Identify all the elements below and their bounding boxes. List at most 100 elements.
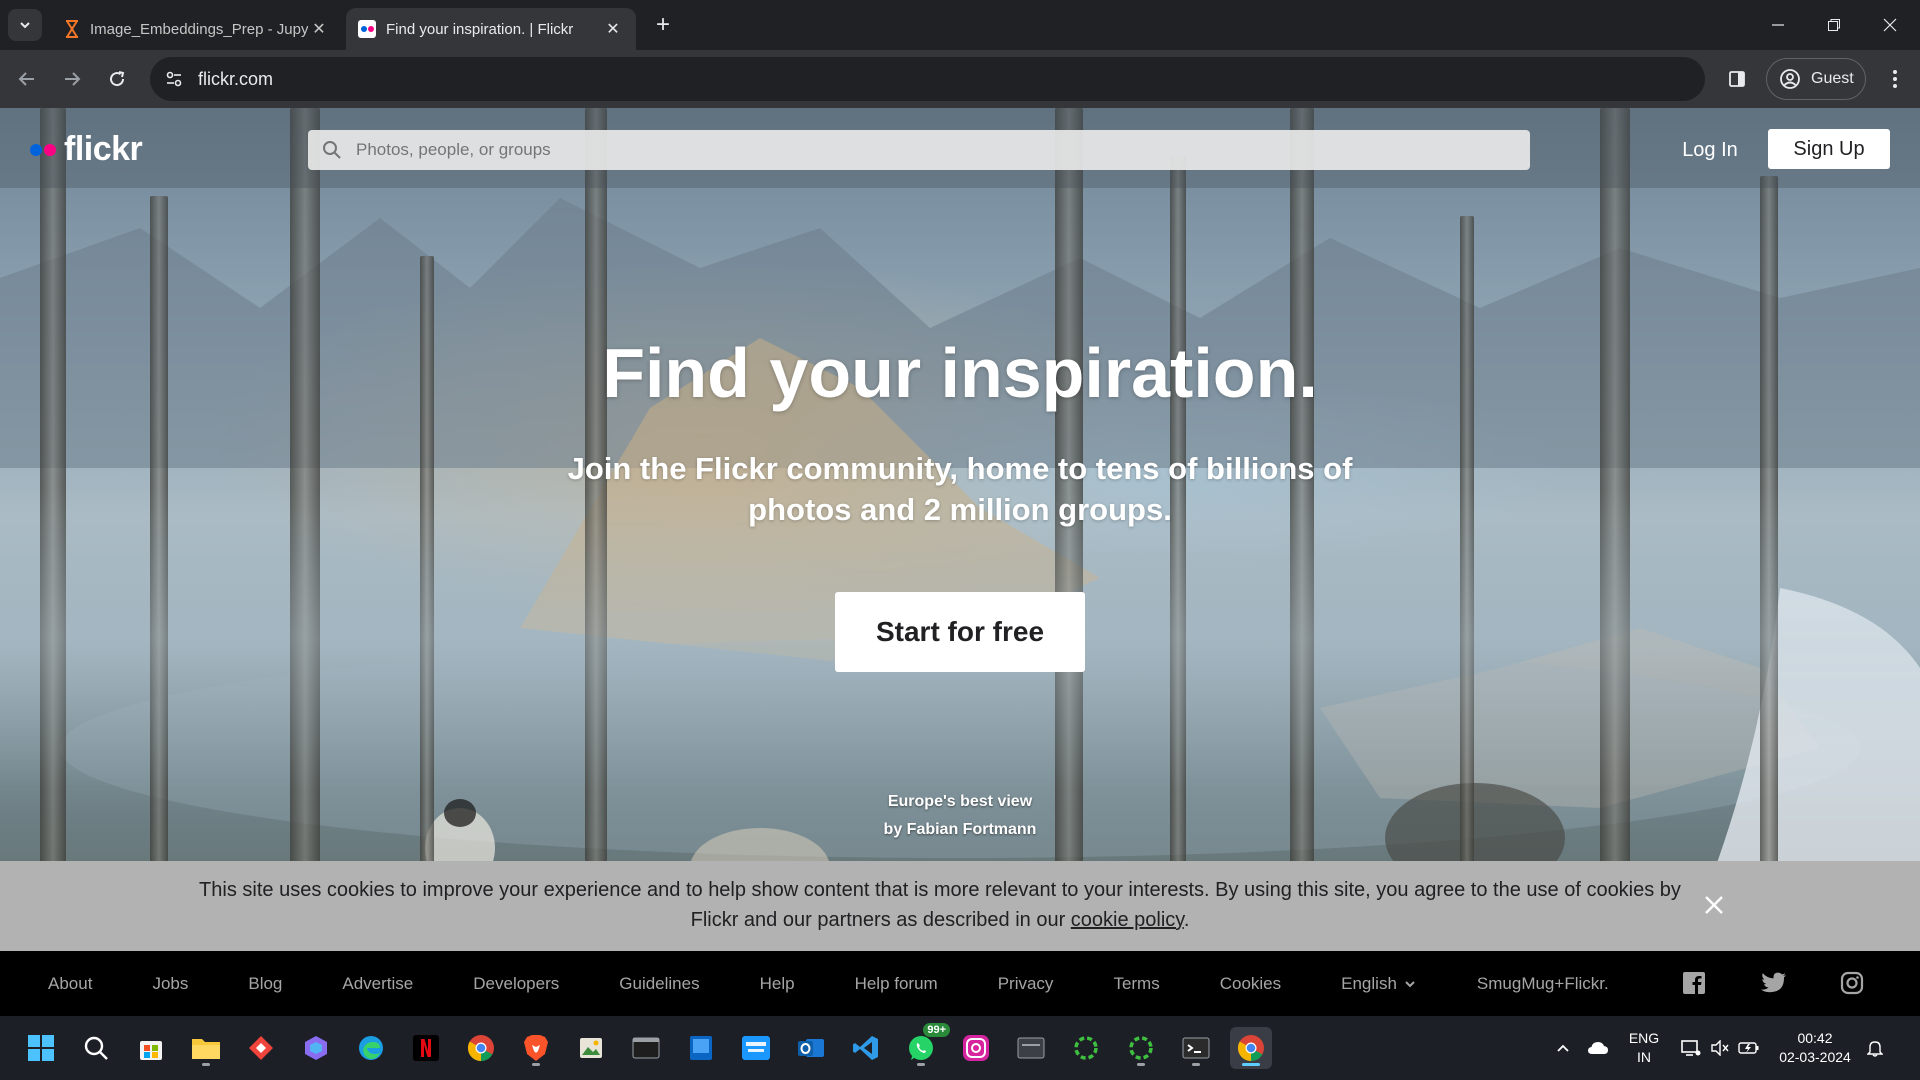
facebook-icon[interactable] [1680, 969, 1708, 997]
copilot-app[interactable] [295, 1027, 337, 1069]
footer-link-cookies[interactable]: Cookies [1220, 974, 1281, 994]
footer-link-advertise[interactable]: Advertise [342, 974, 413, 994]
windows-terminal-app[interactable] [1175, 1027, 1217, 1069]
loader-app-1[interactable] [1065, 1027, 1107, 1069]
battery-icon[interactable] [1734, 1041, 1764, 1055]
image-editor-icon [580, 1038, 602, 1058]
clock-time: 00:42 [1797, 1030, 1833, 1046]
new-tab-button[interactable]: + [650, 11, 676, 38]
chevron-up-icon[interactable] [1548, 1041, 1578, 1055]
side-panel-button[interactable] [1722, 64, 1752, 94]
footer-link-smugmug[interactable]: SmugMug+Flickr. [1477, 974, 1609, 994]
volume-muted-icon[interactable] [1706, 1040, 1734, 1056]
minimize-button[interactable] [1750, 0, 1806, 50]
minimize-icon [1772, 24, 1784, 26]
footer-link-jobs[interactable]: Jobs [152, 974, 188, 994]
footer-link-privacy[interactable]: Privacy [998, 974, 1054, 994]
tab-jupyter[interactable]: Image_Embeddings_Prep - Jupyter ✕ [52, 8, 342, 50]
photos-app[interactable] [570, 1027, 612, 1069]
edge-app[interactable] [350, 1027, 392, 1069]
signup-button[interactable]: Sign Up [1768, 129, 1890, 169]
reload-button[interactable] [102, 64, 132, 94]
notification-bell-icon[interactable] [1860, 1039, 1890, 1057]
forward-button[interactable] [57, 64, 87, 94]
flickr-logo[interactable]: flickr [30, 130, 143, 169]
browser-tabstrip: Image_Embeddings_Prep - Jupyter ✕ Find y… [0, 0, 1920, 50]
search-icon [84, 1036, 108, 1060]
restore-button[interactable] [1806, 0, 1862, 50]
browser-menu-button[interactable] [1880, 64, 1910, 94]
language-indicator[interactable]: ENG IN [1618, 1029, 1670, 1067]
hourglass-icon [66, 20, 78, 38]
cookie-policy-link[interactable]: cookie policy [1071, 909, 1184, 931]
tablet-app-icon [690, 1036, 712, 1060]
brave-app[interactable] [515, 1027, 557, 1069]
browser-toolbar: flickr.com Guest [0, 50, 1920, 108]
windows-app[interactable] [680, 1027, 722, 1069]
search-input[interactable] [344, 130, 1530, 170]
tab-flickr[interactable]: Find your inspiration. | Flickr ✕ [346, 8, 636, 50]
address-bar[interactable]: flickr.com [150, 57, 1705, 101]
netflix-app[interactable] [405, 1027, 447, 1069]
logo-blue-dot [30, 143, 42, 156]
start-button[interactable] [20, 1027, 62, 1069]
footer-link-about[interactable]: About [48, 974, 92, 994]
file-explorer-app[interactable] [185, 1027, 227, 1069]
chrome-app[interactable] [460, 1027, 502, 1069]
photo-author[interactable]: by Fabian Fortmann [0, 816, 1920, 844]
windows-taskbar: 99+ ENG IN 00:42 02-03-2024 [0, 1016, 1920, 1080]
running-indicator [532, 1063, 540, 1066]
whatsapp-app[interactable]: 99+ [900, 1023, 950, 1069]
terminal-app[interactable] [625, 1027, 667, 1069]
reload-icon [110, 71, 125, 87]
footer-link-help-forum[interactable]: Help forum [855, 974, 938, 994]
tab-close-button[interactable]: ✕ [602, 18, 624, 40]
virtual-machine-app[interactable] [1010, 1027, 1052, 1069]
window-icon [1017, 1037, 1045, 1059]
clock[interactable]: 00:42 02-03-2024 [1770, 1029, 1860, 1067]
site-search-bar[interactable] [308, 130, 1530, 170]
footer-link-blog[interactable]: Blog [248, 974, 282, 994]
language-selector[interactable]: English [1341, 974, 1417, 994]
tab-close-button[interactable]: ✕ [308, 18, 330, 40]
chrome-icon [1237, 1035, 1264, 1062]
profile-button[interactable]: Guest [1766, 58, 1866, 100]
login-link[interactable]: Log In [1668, 132, 1752, 168]
region-code: IN [1637, 1049, 1651, 1065]
prime-video-app[interactable] [735, 1027, 777, 1069]
close-window-button[interactable] [1862, 0, 1918, 50]
loader-app-2[interactable] [1120, 1027, 1162, 1069]
chrome-active-app[interactable] [1230, 1027, 1272, 1069]
instagram-icon[interactable] [1838, 969, 1866, 997]
outlook-app[interactable] [790, 1027, 832, 1069]
onedrive-icon[interactable] [1578, 1041, 1618, 1055]
photo-title[interactable]: Europe's best view [0, 788, 1920, 816]
site-header: flickr Log In Sign Up [0, 108, 1920, 188]
microsoft-store-app[interactable] [130, 1027, 172, 1069]
notification-badge: 99+ [923, 1023, 950, 1037]
network-icon[interactable] [1676, 1039, 1706, 1057]
arrow-right-icon [65, 72, 81, 86]
account-circle-icon [1780, 69, 1800, 89]
url-text: flickr.com [198, 68, 274, 89]
instagram-app[interactable] [955, 1027, 997, 1069]
instagram-icon [963, 1035, 989, 1061]
cookie-close-button[interactable] [1697, 888, 1731, 922]
footer-link-developers[interactable]: Developers [473, 974, 559, 994]
cookie-text: This site uses cookies to improve your e… [199, 879, 1681, 931]
tab-search-button[interactable] [8, 9, 42, 41]
taskbar-search-button[interactable] [75, 1027, 117, 1069]
back-button[interactable] [12, 64, 42, 94]
vscode-app[interactable] [845, 1027, 887, 1069]
footer-link-terms[interactable]: Terms [1113, 974, 1159, 994]
logo-pink-dot [44, 143, 56, 156]
edge-icon [359, 1036, 383, 1060]
start-for-free-button[interactable]: Start for free [835, 592, 1085, 672]
footer-link-help[interactable]: Help [760, 974, 795, 994]
anydesk-app[interactable] [240, 1027, 282, 1069]
store-icon [140, 1041, 162, 1060]
footer-link-guidelines[interactable]: Guidelines [619, 974, 699, 994]
twitter-icon[interactable] [1760, 969, 1788, 997]
site-info-button[interactable] [156, 61, 192, 97]
windows-icon [28, 1035, 54, 1061]
